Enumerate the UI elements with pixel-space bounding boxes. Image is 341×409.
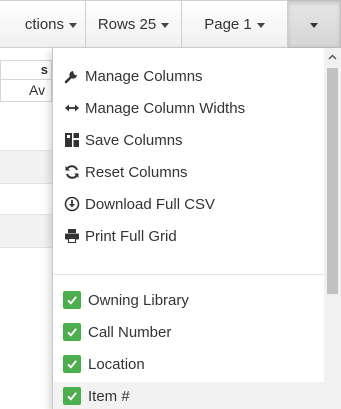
grid-toolbar: ctions Rows 25 Page 1 [0, 0, 341, 48]
rows-button-label: Rows 25 [97, 15, 157, 33]
page-dropdown-button[interactable]: Page 1 [182, 0, 288, 48]
scroll-up-arrow-icon[interactable] [324, 48, 341, 65]
menu-item-manage-column-widths[interactable]: Manage Column Widths [53, 94, 325, 122]
menu-item-label: Reset Columns [85, 163, 188, 181]
menu-item-label: Manage Column Widths [85, 99, 246, 117]
wrench-icon [63, 67, 81, 85]
menu-item-label: Print Full Grid [85, 227, 177, 245]
left-right-arrow-icon [63, 99, 81, 117]
column-toggle-owning-library[interactable]: Owning Library [53, 286, 325, 314]
checkbox-checked-icon[interactable] [63, 355, 81, 373]
checkbox-checked-icon[interactable] [63, 291, 81, 309]
chevron-down-icon [310, 22, 318, 28]
save-columns-icon [63, 131, 81, 149]
grid-subheader-fragment: Av [29, 82, 46, 98]
chevron-down-icon [69, 22, 77, 28]
page-button-label: Page 1 [204, 15, 252, 33]
menu-item-print-full-grid[interactable]: Print Full Grid [53, 222, 325, 250]
menu-scrollbar[interactable] [324, 48, 341, 409]
actions-button-label: ctions [24, 15, 64, 33]
download-icon [63, 195, 81, 213]
column-toggle-label: Item # [88, 387, 130, 405]
checkbox-checked-icon[interactable] [63, 387, 81, 405]
print-icon [63, 227, 81, 245]
grid-row-stripe [0, 214, 52, 248]
rows-per-page-dropdown-button[interactable]: Rows 25 [86, 0, 182, 48]
grid-header-cell: s [0, 60, 52, 80]
menu-item-label: Save Columns [85, 131, 183, 149]
column-toggle-label: Call Number [88, 323, 172, 341]
actions-dropdown-button[interactable]: ctions [0, 0, 86, 48]
scrollbar-thumb[interactable] [327, 68, 338, 294]
menu-item-download-full-csv[interactable]: Download Full CSV [53, 190, 325, 218]
column-toggle-call-number[interactable]: Call Number [53, 318, 325, 346]
menu-item-label: Manage Columns [85, 67, 203, 85]
grid-subheader-cell: Av [0, 80, 52, 102]
chevron-down-icon [256, 22, 265, 28]
grid-options-toggle-button[interactable] [288, 0, 341, 48]
column-toggle-location[interactable]: Location [53, 350, 325, 378]
grid-options-menu: Manage Columns Manage Column Widths Save… [52, 48, 341, 409]
grid-header-fragment: s [40, 62, 48, 77]
menu-item-save-columns[interactable]: Save Columns [53, 126, 325, 154]
menu-item-label: Download Full CSV [85, 195, 216, 213]
column-toggle-label: Owning Library [88, 291, 189, 309]
grid-fragment: s Av [0, 48, 52, 409]
refresh-icon [63, 163, 81, 181]
menu-item-reset-columns[interactable]: Reset Columns [53, 158, 325, 186]
column-toggle-item-number[interactable]: Item # [53, 382, 325, 409]
menu-item-manage-columns[interactable]: Manage Columns [53, 62, 325, 90]
chevron-down-icon [161, 22, 170, 28]
checkbox-checked-icon[interactable] [63, 323, 81, 341]
menu-divider [53, 274, 325, 275]
grid-row-stripe [0, 150, 52, 184]
column-toggle-label: Location [88, 355, 145, 373]
